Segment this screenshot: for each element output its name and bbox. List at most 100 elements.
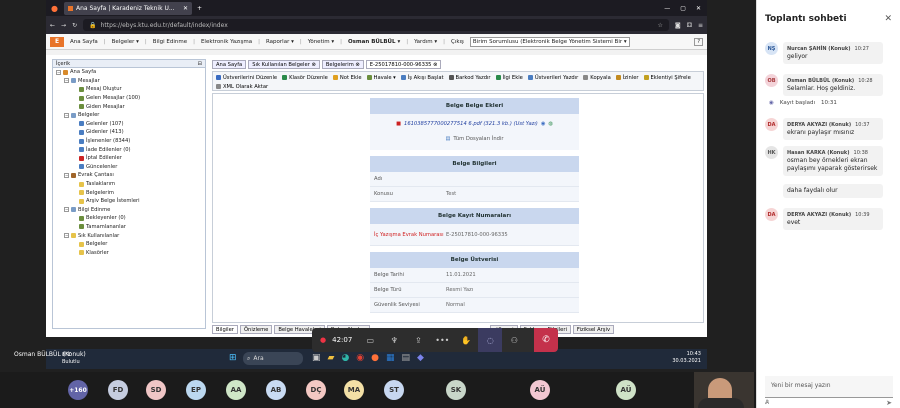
view-icon[interactable]: ◉ xyxy=(541,121,546,127)
hang-up-button[interactable]: ✆ xyxy=(534,328,558,352)
send-icon[interactable]: ➤ xyxy=(886,399,892,407)
tree-node[interactable]: −Giden Mesajlar xyxy=(53,102,205,111)
url-bar[interactable]: 🔒 https://ebys.ktu.edu.tr/default/index/… xyxy=(83,19,669,31)
reload-icon[interactable]: ↻ xyxy=(72,22,77,29)
toolbar-button[interactable]: Barkod Yazdır xyxy=(448,73,491,82)
participant-avatar[interactable]: EP xyxy=(186,380,206,400)
close-window-icon[interactable]: ✕ xyxy=(696,5,701,12)
firefox-taskbar-icon[interactable]: ● xyxy=(371,353,379,363)
tree-node[interactable]: − Evrak Çantası xyxy=(53,171,205,180)
expand-icon[interactable]: − xyxy=(64,233,69,239)
maximize-icon[interactable]: ▢ xyxy=(680,5,686,12)
camera-off-icon[interactable]: ▭ xyxy=(358,328,382,352)
toolbar-button[interactable]: İzinler xyxy=(615,73,639,82)
toolbar-button[interactable]: XML Olarak Aktar xyxy=(216,82,268,91)
tree-node[interactable]: −Klasörler xyxy=(53,248,205,257)
toolbar-button[interactable]: İlgi Ekle xyxy=(495,73,523,82)
close-chat-icon[interactable]: ✕ xyxy=(884,14,892,24)
toolbar-button[interactable]: Klasör Düzenle xyxy=(282,73,328,82)
bookmark-star-icon[interactable]: ☆ xyxy=(658,22,663,29)
globe-icon[interactable]: ◍ xyxy=(548,121,553,127)
new-tab-button[interactable]: + xyxy=(197,5,202,12)
menu-item-admin[interactable]: Yönetim ▾ xyxy=(306,38,336,46)
edge-icon[interactable]: ◕ xyxy=(341,353,349,363)
participant-avatar[interactable]: FD xyxy=(108,380,128,400)
teams-icon[interactable]: ◆ xyxy=(417,353,424,363)
chat-message-input[interactable]: Yeni bir mesaj yazın xyxy=(765,376,893,398)
mic-off-icon[interactable]: ♆ xyxy=(382,328,406,352)
menu-item-home[interactable]: Ana Sayfa xyxy=(68,38,100,46)
tree-node[interactable]: − Mesajlar xyxy=(53,77,205,86)
tree-node[interactable]: −Gidenler (413) xyxy=(53,128,205,137)
logout-link[interactable]: Çıkış xyxy=(449,38,466,46)
menu-icon[interactable]: ≡ xyxy=(698,22,703,29)
chrome-icon[interactable]: ◉ xyxy=(356,353,364,363)
participant-avatar[interactable]: ST xyxy=(384,380,404,400)
participant-avatar[interactable]: AB xyxy=(266,380,286,400)
participant-avatar[interactable]: SK xyxy=(446,380,466,400)
help-menu[interactable]: Yardım ▾ xyxy=(412,38,439,46)
taskview-icon[interactable]: ▣ xyxy=(312,353,321,363)
participant-avatar[interactable]: AÜ xyxy=(616,380,636,400)
menu-item-info-request[interactable]: Bilgi Edinme xyxy=(151,38,189,46)
participant-avatar[interactable]: SD xyxy=(146,380,166,400)
expand-icon[interactable]: − xyxy=(64,172,69,178)
tab-my-documents[interactable]: Belgelerim ⊗ xyxy=(321,60,364,69)
tree-node[interactable]: − Bilgi Edinme xyxy=(53,206,205,215)
start-icon[interactable]: ⊞ xyxy=(229,353,237,363)
tree-node[interactable]: −Mesaj Oluştur xyxy=(53,85,205,94)
back-icon[interactable]: ← xyxy=(50,22,55,29)
tree-node[interactable]: −İşlenenler (8344) xyxy=(53,137,205,146)
tree-node[interactable]: −Gelen Mesajlar (100) xyxy=(53,94,205,103)
menu-item-e-correspondence[interactable]: Elektronik Yazışma xyxy=(199,38,254,46)
tree-node[interactable]: −Arşiv Belge İstemleri xyxy=(53,197,205,206)
tree-node[interactable]: − Ana Sayfa xyxy=(53,68,205,77)
menu-item-reports[interactable]: Raporlar ▾ xyxy=(264,38,296,46)
expand-icon[interactable]: − xyxy=(64,207,69,213)
tab-home[interactable]: Ana Sayfa xyxy=(212,60,247,69)
bottom-tab[interactable]: Önizleme xyxy=(239,325,273,334)
tree-node[interactable]: −Güncelenler xyxy=(53,163,205,172)
forward-icon[interactable]: → xyxy=(61,22,66,29)
store-icon[interactable]: ▤ xyxy=(402,353,411,363)
participant-avatar[interactable]: AÜ xyxy=(530,380,550,400)
attachment-link[interactable]: 1610385777000277514 6.pdf (321.3 kb.) (U… xyxy=(404,121,538,127)
tab-document[interactable]: E-25017810-000-96335 ⊗ xyxy=(365,60,442,69)
participant-avatar[interactable]: DÇ xyxy=(306,380,326,400)
extensions-icon[interactable]: ⚃ xyxy=(687,22,692,29)
tree-node[interactable]: −İptal Edilenler xyxy=(53,154,205,163)
tab-favorites[interactable]: Sık Kullanılan Belgeler ⊗ xyxy=(248,60,320,69)
toolbar-button[interactable]: Not Ekle xyxy=(332,73,362,82)
bottom-tab[interactable]: Bilgiler xyxy=(212,325,238,334)
word-icon[interactable]: ▦ xyxy=(386,353,395,363)
toolbar-button[interactable]: İş Akışı Başlat xyxy=(400,73,444,82)
participant-avatar[interactable]: AA xyxy=(226,380,246,400)
participant-avatar[interactable]: MA xyxy=(344,380,364,400)
participant-avatar[interactable]: +160 xyxy=(68,380,88,400)
bottom-tab[interactable]: Fiziksel Arşiv xyxy=(572,325,615,334)
system-tray[interactable]: 10:43 30.03.2021 xyxy=(672,351,701,365)
chat-icon[interactable]: ◌ xyxy=(478,328,503,352)
tree-node[interactable]: −İade Edilenler (0) xyxy=(53,145,205,154)
browser-tab[interactable]: Ana Sayfa | Karadeniz Teknik Ü... ✕ xyxy=(63,1,192,15)
firefox-icon[interactable]: ● xyxy=(51,4,58,13)
menu-item-documents[interactable]: Belgeler ▾ xyxy=(110,38,141,46)
expand-icon[interactable]: − xyxy=(56,69,61,75)
pocket-icon[interactable]: ◙ xyxy=(675,22,681,29)
minimize-icon[interactable]: — xyxy=(664,5,670,12)
toolbar-button[interactable]: Havale ▾ xyxy=(366,73,396,82)
toolbar-button[interactable]: Eklentiyi Şifrele xyxy=(643,73,691,82)
close-tab-icon[interactable]: ✕ xyxy=(183,5,188,12)
format-icon[interactable]: A̷ xyxy=(765,399,769,406)
toolbar-button[interactable]: Üstverileri Yazdır xyxy=(527,73,578,82)
help-button[interactable]: ? xyxy=(694,37,703,46)
tree-node[interactable]: −Gelenler (107) xyxy=(53,120,205,129)
tree-node[interactable]: − Belgeler xyxy=(53,111,205,120)
expand-icon[interactable]: − xyxy=(64,78,69,84)
user-menu[interactable]: Osman BÜLBÜL ▾ xyxy=(346,38,402,46)
tree-node[interactable]: −Bekleyenler (0) xyxy=(53,214,205,223)
tree-node[interactable]: − Sık Kullanılanlar xyxy=(53,231,205,240)
more-options-icon[interactable]: ••• xyxy=(430,328,454,352)
tree-node[interactable]: −Tamamlananlar xyxy=(53,223,205,232)
tree-node[interactable]: −Belgelerim xyxy=(53,188,205,197)
